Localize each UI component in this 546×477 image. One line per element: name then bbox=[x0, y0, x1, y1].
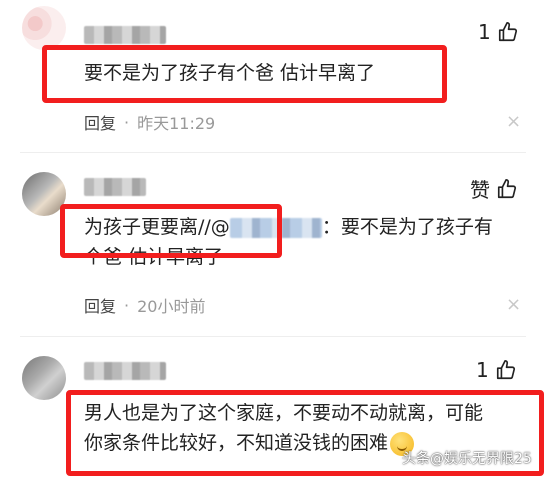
avatar[interactable] bbox=[22, 6, 66, 50]
like-button[interactable]: 赞 bbox=[470, 174, 518, 203]
quoted-text: ：要不是为了孩子有 bbox=[321, 216, 493, 238]
divider bbox=[20, 336, 526, 337]
username-blurred[interactable] bbox=[84, 26, 166, 44]
thumbs-up-icon bbox=[498, 22, 517, 42]
username-blurred[interactable] bbox=[84, 362, 166, 380]
reply-button[interactable]: 回复 bbox=[84, 293, 116, 317]
close-icon[interactable]: × bbox=[506, 296, 521, 314]
thumbs-up-icon bbox=[497, 178, 517, 198]
watermark: 头条@娱乐无界限25 bbox=[402, 451, 532, 467]
like-count: 1 bbox=[476, 358, 489, 382]
reply-button[interactable]: 回复 bbox=[84, 110, 116, 134]
like-button[interactable]: 1 bbox=[478, 20, 519, 44]
meta-separator: · bbox=[124, 295, 130, 315]
timestamp: 20小时前 bbox=[137, 297, 206, 316]
meta-separator: · bbox=[124, 112, 130, 132]
avatar[interactable] bbox=[22, 356, 66, 400]
username-blurred[interactable] bbox=[84, 178, 146, 196]
close-icon[interactable]: × bbox=[506, 113, 521, 131]
like-label: 赞 bbox=[470, 178, 490, 202]
comment-meta: 回复 · 昨天11:29 bbox=[84, 110, 215, 134]
comment-meta: 回复 · 20小时前 bbox=[84, 293, 205, 317]
highlight-box bbox=[60, 204, 282, 258]
like-button[interactable]: 1 bbox=[476, 358, 517, 382]
thumbs-up-icon bbox=[496, 360, 515, 380]
highlight-box bbox=[42, 45, 447, 103]
timestamp: 昨天11:29 bbox=[137, 114, 216, 133]
divider bbox=[20, 152, 526, 153]
like-count: 1 bbox=[478, 20, 491, 44]
